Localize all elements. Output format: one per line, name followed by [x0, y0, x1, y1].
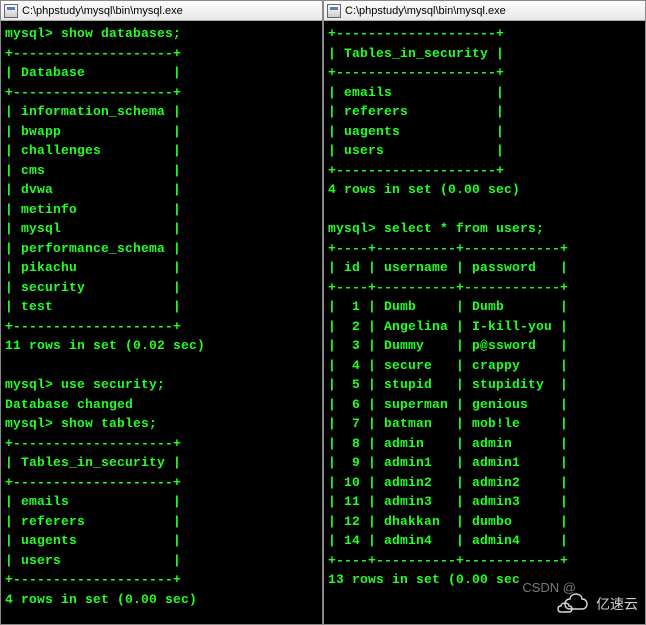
left-terminal-window: C:\phpstudy\mysql\bin\mysql.exe mysql> s… — [0, 0, 323, 625]
right-titlebar: C:\phpstudy\mysql\bin\mysql.exe — [324, 1, 645, 21]
app-icon — [327, 4, 341, 18]
right-title-text: C:\phpstudy\mysql\bin\mysql.exe — [345, 5, 506, 17]
app-icon — [4, 4, 18, 18]
left-title-text: C:\phpstudy\mysql\bin\mysql.exe — [22, 5, 183, 17]
left-titlebar: C:\phpstudy\mysql\bin\mysql.exe — [1, 1, 322, 21]
right-terminal[interactable]: +--------------------+ | Tables_in_secur… — [324, 21, 645, 624]
left-terminal[interactable]: mysql> show databases; +----------------… — [1, 21, 322, 624]
right-terminal-window: C:\phpstudy\mysql\bin\mysql.exe +-------… — [323, 0, 646, 625]
